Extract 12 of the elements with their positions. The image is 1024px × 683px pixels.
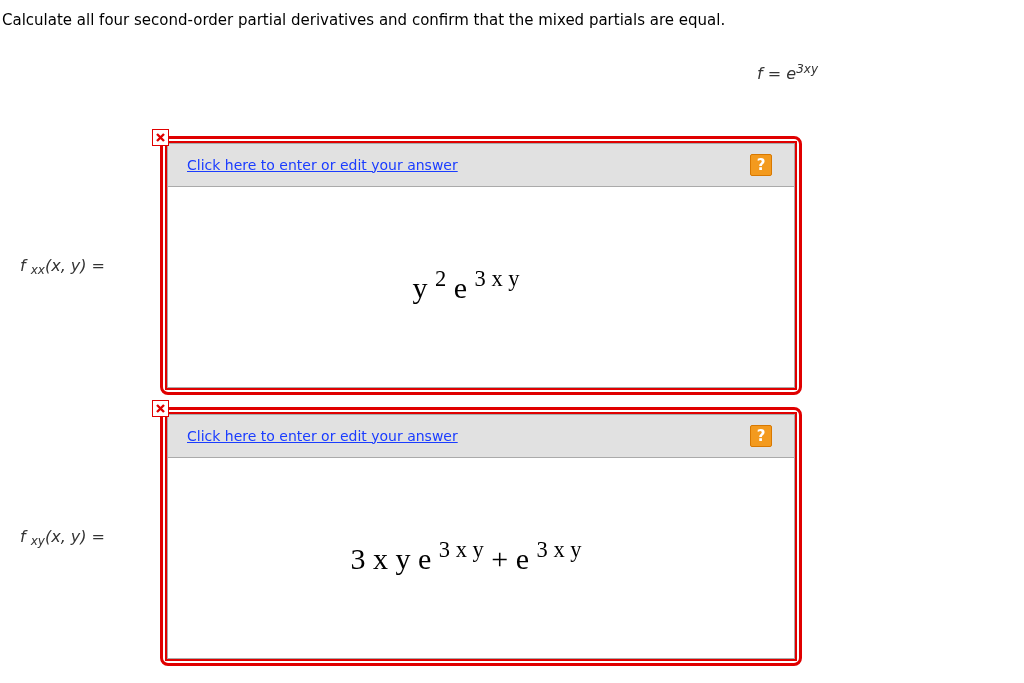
answer-expression: y $^{2}$ e $^{3 x y}$	[412, 265, 520, 306]
answer-link[interactable]: Click here to enter or edit your answer	[187, 154, 458, 176]
function-label: f $_{xy}$(x, y) =	[20, 525, 105, 549]
answer-expression: 3 x y e $^{3 x y}$ + e $^{3 x y}$	[350, 536, 582, 577]
answer-box[interactable]: Click here to enter or edit your answer ? 3 x y e $^{3 x y}$ + e $^{3 x y}$	[160, 407, 802, 666]
function-formula: f = e$^{3xy}$	[757, 62, 818, 85]
function-label: f $_{xx}$(x, y) =	[20, 254, 105, 278]
incorrect-icon	[152, 400, 169, 417]
answer-box[interactable]: Click here to enter or edit your answer ? y $^{2}$ e $^{3 x y}$	[160, 136, 802, 395]
incorrect-icon	[152, 129, 169, 146]
question-text: Calculate all four second-order partial derivatives and confirm that the mixed partials are equal.	[2, 10, 726, 30]
answer-link[interactable]: Click here to enter or edit your answer	[187, 425, 458, 447]
